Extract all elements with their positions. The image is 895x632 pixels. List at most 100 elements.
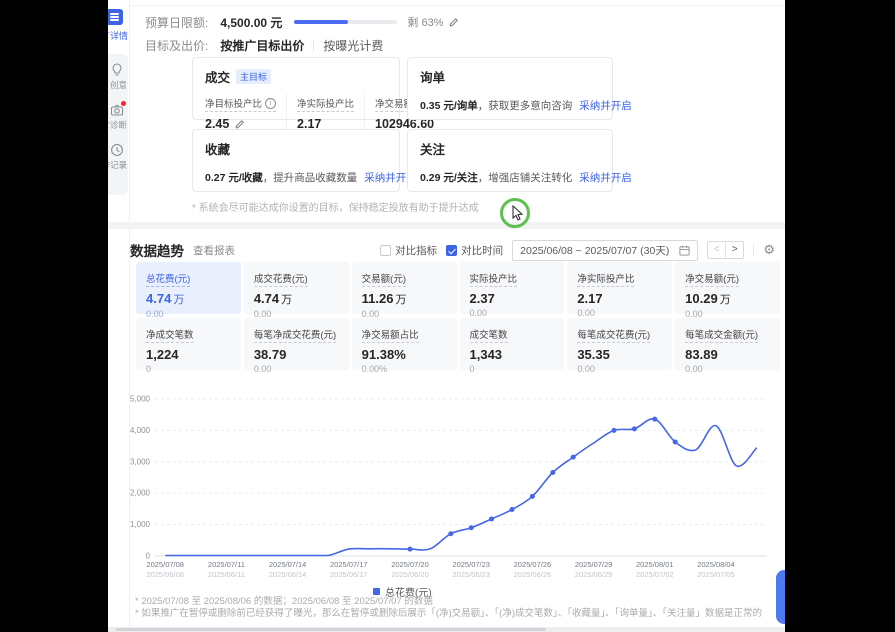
metric-label: 成交花费(元) <box>254 271 308 287</box>
goals-label: 目标及出价: <box>145 37 208 54</box>
checkbox-checked-icon[interactable] <box>446 245 457 256</box>
svg-text:2025/07/05: 2025/07/05 <box>697 570 735 579</box>
calendar-icon <box>679 245 690 256</box>
bulb-icon[interactable] <box>110 63 124 77</box>
checkbox-unchecked-icon[interactable] <box>380 245 391 256</box>
metric-value: 35.35 <box>577 347 662 362</box>
tab-impression-billing[interactable]: 按曝光计费 <box>323 37 383 54</box>
goals-row: 目标及出价: 按推广目标出价 按曝光计费 <box>145 37 383 53</box>
metric-compare-value: 0 <box>146 364 231 374</box>
edit-budget-icon[interactable] <box>449 17 459 27</box>
svg-text:2025/06/14: 2025/06/14 <box>269 570 307 579</box>
metric-value: 4.74万 <box>146 291 231 307</box>
scrollbar-thumb[interactable] <box>116 628 546 631</box>
metric-card-每笔成交金额(元)[interactable]: 每笔成交金额(元) 83.89 0.00 <box>675 318 780 370</box>
metric-label: 实际投产比 <box>470 271 518 287</box>
budget-label: 预算日限额: <box>145 14 208 31</box>
edit-roi-icon[interactable] <box>235 119 245 129</box>
sidebar-item-diagnosis[interactable]: 推广诊断 <box>108 119 128 129</box>
metric-value: 1,343 <box>470 347 555 362</box>
svg-text:2025/06/08: 2025/06/08 <box>146 570 184 579</box>
sidebar-item-creative[interactable]: 创意 <box>108 79 128 89</box>
goal-card-title: 成交主目标 <box>205 67 387 86</box>
budget-slider-fill <box>294 20 348 24</box>
horizontal-scrollbar[interactable] <box>108 627 785 632</box>
metric-card-每笔净成交花费(元)[interactable]: 每笔净成交花费(元) 38.79 0.00 <box>244 318 349 370</box>
goal-card-title: 收藏 <box>205 139 387 158</box>
trend-title: 数据趋势 <box>130 240 184 260</box>
svg-text:2025/08/04: 2025/08/04 <box>697 560 735 569</box>
metric-card-净交易额占比[interactable]: 净交易额占比 91.38% 0.00% <box>352 318 457 370</box>
tab-divider <box>313 40 314 51</box>
gear-icon[interactable]: ⚙ <box>763 243 775 258</box>
view-report-link[interactable]: 查看报表 <box>193 243 235 258</box>
metric-card-净成交笔数[interactable]: 净成交笔数 1,224 0 <box>136 318 241 370</box>
svg-text:2025/06/26: 2025/06/26 <box>514 570 552 579</box>
trend-header: 数据趋势 查看报表 对比指标 对比时间 2025/06/08 ~ 2025/07… <box>130 240 775 260</box>
goal-card-1[interactable]: 收藏 0.27 元/收藏，提升商品收藏数量采纳并开启 <box>192 129 400 192</box>
compare-time-checkbox[interactable]: 对比时间 <box>446 243 503 258</box>
prev-period-button[interactable]: < <box>708 242 726 258</box>
clock-icon[interactable] <box>110 143 124 157</box>
metric-value: 11.26万 <box>362 291 447 307</box>
sidebar-item-detail-label[interactable]: 推广详情 <box>108 29 129 40</box>
metric-card-每笔成交花费(元)[interactable]: 每笔成交花费(元) 35.35 0.00 <box>567 318 672 370</box>
diagnosis-badge-dot <box>121 101 126 106</box>
compare-time-label: 对比时间 <box>461 243 503 258</box>
deal-stat-label: 净目标投产比i <box>205 96 276 112</box>
tab-goal-bidding[interactable]: 按推广目标出价 <box>220 37 304 54</box>
budget-remaining: 剩 63% <box>407 14 443 30</box>
metric-compare-value: 0.00 <box>577 364 662 374</box>
svg-text:2025/06/17: 2025/06/17 <box>330 570 368 579</box>
goal-card-0[interactable]: 询单 0.35 元/询单，获取更多意向咨询采纳并开启 <box>407 57 613 120</box>
goal-card-deal[interactable]: 成交主目标 净目标投产比i 2.45 净实际投产比 2.17 净交易额(元) 1… <box>192 57 400 120</box>
trend-line-chart[interactable]: 01,0002,0003,0004,0005,0002025/07/082025… <box>130 386 782 586</box>
compare-metric-checkbox[interactable]: 对比指标 <box>380 243 437 258</box>
svg-text:2025/07/02: 2025/07/02 <box>636 570 674 579</box>
metric-cards: 总花费(元) 4.74万 0.00成交花费(元) 4.74万 0.00交易额(元… <box>136 262 780 370</box>
side-drawer-handle[interactable] <box>776 570 785 624</box>
section-divider <box>108 222 785 229</box>
metric-label: 总花费(元) <box>146 271 190 287</box>
budget-slider[interactable] <box>294 20 397 24</box>
svg-text:2025/07/11: 2025/07/11 <box>208 560 245 569</box>
metric-card-总花费(元)[interactable]: 总花费(元) 4.74万 0.00 <box>136 262 241 314</box>
svg-text:2025/07/20: 2025/07/20 <box>391 560 429 569</box>
metric-card-交易额(元)[interactable]: 交易额(元) 11.26万 0.00 <box>352 262 457 314</box>
svg-text:3,000: 3,000 <box>130 457 151 466</box>
svg-text:2,000: 2,000 <box>130 489 151 498</box>
trend-controls: 对比指标 对比时间 2025/06/08 ~ 2025/07/07 (30天) … <box>380 240 775 261</box>
metric-value: 38.79 <box>254 347 339 362</box>
metric-value: 91.38% <box>362 347 447 362</box>
svg-text:2025/07/29: 2025/07/29 <box>575 560 613 569</box>
mouse-cursor-icon <box>512 205 525 222</box>
date-pager: < > <box>707 241 744 259</box>
date-range-picker[interactable]: 2025/06/08 ~ 2025/07/07 (30天) <box>512 240 698 261</box>
metric-value: 10.29万 <box>685 291 770 307</box>
metric-label: 净交易额占比 <box>362 327 419 343</box>
sidebar-item-detail[interactable] <box>108 9 123 25</box>
metric-card-净实际投产比[interactable]: 净实际投产比 2.17 0.00 <box>567 262 672 314</box>
sidebar-rail: 推广详情 创意 推广诊断 操作记录 <box>108 0 130 632</box>
goal-card-desc: 0.29 元/关注，增强店铺关注转化采纳并开启 <box>420 170 600 185</box>
adopt-enable-link[interactable]: 采纳并开启 <box>579 100 632 112</box>
deal-stat: 净目标投产比i 2.45 <box>205 94 287 131</box>
svg-text:2025/06/20: 2025/06/20 <box>391 570 429 579</box>
controls-divider <box>753 244 754 256</box>
svg-text:4,000: 4,000 <box>130 426 151 435</box>
metric-compare-value: 0 <box>470 364 555 374</box>
goal-card-2[interactable]: 关注 0.29 元/关注，增强店铺关注转化采纳并开启 <box>407 129 613 192</box>
metric-card-成交花费(元)[interactable]: 成交花费(元) 4.74万 0.00 <box>244 262 349 314</box>
metric-card-净交易额(元)[interactable]: 净交易额(元) 10.29万 0.00 <box>675 262 780 314</box>
budget-value: 4,500.00 元 <box>220 14 282 31</box>
svg-text:2025/07/14: 2025/07/14 <box>269 560 307 569</box>
metric-value: 1,224 <box>146 347 231 362</box>
next-period-button[interactable]: > <box>726 242 743 258</box>
goal-cards: 成交主目标 净目标投产比i 2.45 净实际投产比 2.17 净交易额(元) 1… <box>192 57 614 192</box>
info-icon[interactable]: i <box>265 98 276 109</box>
metric-compare-value: 0.00% <box>362 364 447 374</box>
sidebar-item-history[interactable]: 操作记录 <box>108 159 128 169</box>
metric-card-实际投产比[interactable]: 实际投产比 2.37 0.00 <box>460 262 565 314</box>
metric-card-成交笔数[interactable]: 成交笔数 1,343 0 <box>460 318 565 370</box>
adopt-enable-link[interactable]: 采纳并开启 <box>579 172 632 184</box>
